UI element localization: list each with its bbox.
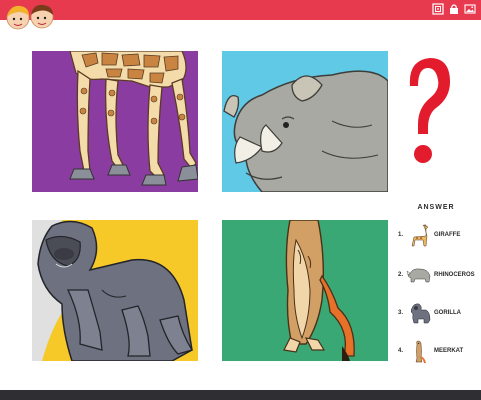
top-bar: [0, 0, 481, 20]
answer-label: GORILLA: [434, 310, 461, 316]
giraffe-picture[interactable]: [32, 51, 198, 192]
image-icon[interactable]: [463, 2, 477, 16]
answer-label: RHINOCEROS: [434, 272, 475, 278]
rhinoceros-picture[interactable]: [222, 51, 388, 192]
answer-label: GIRAFFE: [434, 232, 461, 238]
kids-logo: [2, 0, 62, 34]
answer-label: MEERKAT: [434, 348, 464, 354]
answer-number: 1.: [398, 232, 404, 238]
answer-item-rhinoceros: 2. RHINOCEROS: [396, 264, 480, 288]
toolbar-icons: [431, 2, 477, 18]
worksheet-page: ANSWER 1. GIRAFFE 2. RHINOCEROS 3. GORIL…: [0, 0, 481, 400]
answer-number: 2.: [398, 272, 404, 278]
answer-number: 3.: [398, 310, 404, 316]
giraffe-icon: [406, 224, 432, 248]
rhinoceros-icon: [406, 264, 432, 288]
meerkat-icon: [406, 340, 432, 364]
answer-item-giraffe: 1. GIRAFFE: [396, 224, 480, 248]
lock-icon[interactable]: [447, 2, 461, 16]
qr-code-icon[interactable]: [431, 2, 445, 16]
question-mark-icon: [404, 54, 452, 168]
answer-number: 4.: [398, 348, 404, 354]
answer-heading: ANSWER: [417, 204, 455, 211]
answer-item-gorilla: 3. GORILLA: [396, 302, 480, 326]
gorilla-icon: [406, 302, 432, 326]
gorilla-picture[interactable]: [32, 220, 198, 361]
meerkat-picture[interactable]: [222, 220, 388, 361]
bottom-bar: [0, 390, 481, 400]
answer-item-meerkat: 4. MEERKAT: [396, 340, 480, 364]
